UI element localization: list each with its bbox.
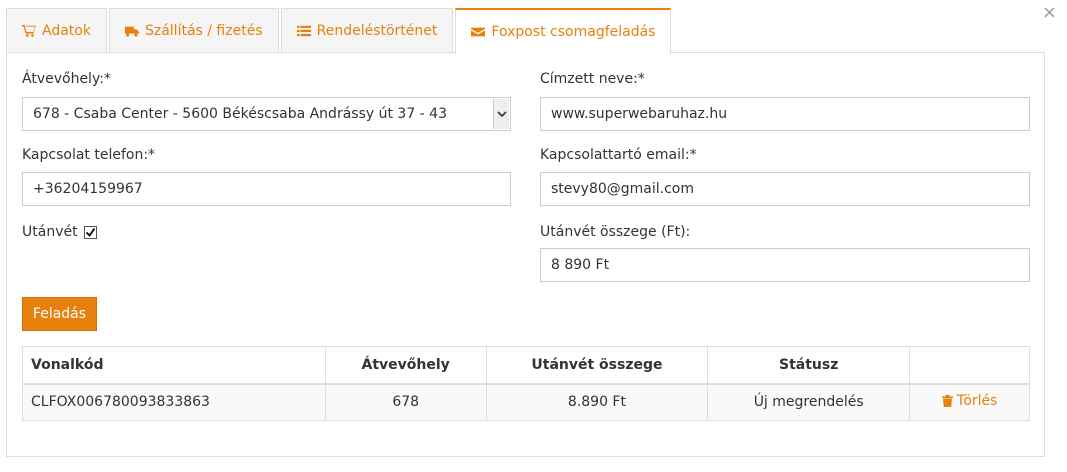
pickup-select[interactable]: 678 - Csaba Center - 5600 Békéscsaba And… [22,97,511,131]
submit-button[interactable]: Feladás [22,297,97,331]
cod-amount-input-value: 8 890 Ft [551,257,610,273]
table-header-row: Vonalkód Átvevőhely Utánvét összege Stát… [22,346,1030,385]
delete-link-label: Törlés [956,393,998,410]
email-label: Kapcsolattartó email:* [540,147,697,163]
delete-link[interactable]: Törlés [941,393,998,410]
tab-label: Foxpost csomagfeladás [491,24,656,40]
recipient-input[interactable]: www.superwebaruhaz.hu [540,97,1030,131]
tab-label: Rendeléstörténet [316,23,438,39]
tab-foxpost[interactable]: Foxpost csomagfeladás [455,8,672,54]
foxpost-panel: Átvevőhely:* 678 - Csaba Center - 5600 B… [6,52,1045,457]
tab-rendelestortenet[interactable]: Rendeléstörténet [280,8,454,53]
phone-input-value: +36204159967 [33,181,143,197]
email-input-value: stevy80@gmail.com [551,181,695,197]
cod-amount-input[interactable]: 8 890 Ft [540,248,1030,282]
tab-bar: Adatok Szállítás / fizetés Rendeléstörté… [6,8,673,54]
col-header-barcode: Vonalkód [22,346,326,385]
tab-label: Szállítás / fizetés [144,23,263,39]
recipient-input-value: www.superwebaruhaz.hu [551,106,728,122]
cell-barcode: CLFOX006780093833863 [22,383,326,421]
close-icon[interactable]: × [1042,4,1057,22]
col-header-amount: Utánvét összege [485,346,709,385]
trash-icon [941,395,953,408]
list-icon [296,25,311,37]
cart-icon [22,24,36,37]
cell-status: Új megrendelés [707,383,911,421]
chevron-down-icon[interactable] [493,99,509,129]
shipments-table: Vonalkód Átvevőhely Utánvét összege Stát… [22,346,1030,421]
cod-label: Utánvét [22,224,78,240]
cod-amount-label: Utánvét összege (Ft): [540,224,691,240]
email-input[interactable]: stevy80@gmail.com [540,172,1030,206]
truck-icon [124,26,139,37]
tab-szallitas[interactable]: Szállítás / fizetés [108,8,279,53]
phone-input[interactable]: +36204159967 [22,172,511,206]
phone-label: Kapcsolat telefon:* [22,147,156,163]
col-header-actions [909,346,1030,385]
tab-label: Adatok [42,23,91,39]
col-header-pickup: Átvevőhely [324,346,487,385]
checkmark-icon [85,227,96,237]
recipient-label: Címzett neve:* [540,71,645,87]
cell-pickup: 678 [324,383,487,421]
pickup-label: Átvevőhely:* [22,71,111,87]
pickup-select-value: 678 - Csaba Center - 5600 Békéscsaba And… [33,106,447,122]
tab-adatok[interactable]: Adatok [6,8,107,53]
col-header-status: Státusz [707,346,911,385]
envelope-icon [471,27,486,37]
cell-actions: Törlés [909,383,1030,421]
cell-amount: 8.890 Ft [485,383,709,421]
table-row: CLFOX006780093833863 678 8.890 Ft Új meg… [22,383,1030,421]
cod-checkbox[interactable] [84,226,97,239]
